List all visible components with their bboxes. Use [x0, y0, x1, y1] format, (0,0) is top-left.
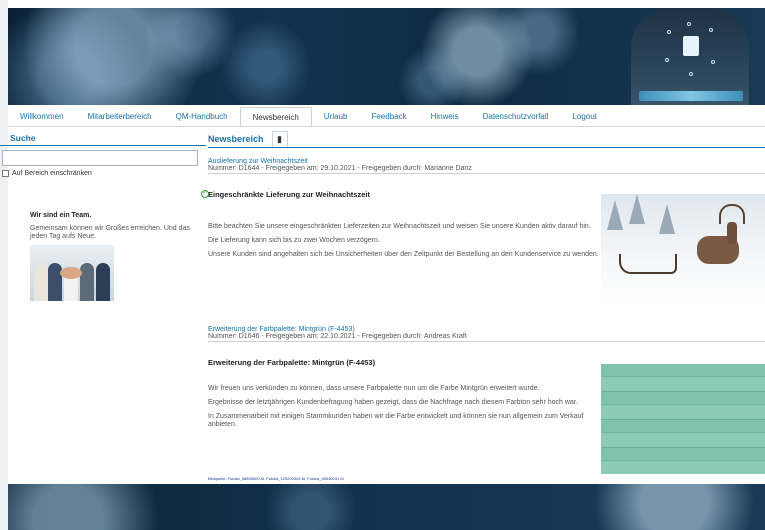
- news-article: Erweiterung der Farbpalette: Mintgrün (F…: [208, 326, 765, 481]
- article-paragraph: Bitte beachten Sie unsere eingeschränkte…: [208, 223, 591, 230]
- news-header: Newsbereich ▮: [208, 130, 765, 148]
- news-title: Newsbereich: [208, 133, 264, 144]
- restrict-label: Auf Bereich einschränken: [12, 170, 92, 177]
- main-nav: Willkommen Mitarbeiterbereich QM-Handbuc…: [8, 107, 608, 126]
- article-link[interactable]: Erweiterung der Farbpalette: Mintgrün (F…: [208, 326, 765, 333]
- article-link[interactable]: Auslieferung zur Weihnachtszeit: [208, 158, 765, 165]
- team-box: Wir sind ein Team. Gemeinsam können wir …: [30, 212, 205, 301]
- restrict-row[interactable]: Auf Bereich einschränken: [2, 170, 206, 177]
- tab-feedback[interactable]: Feedback: [359, 107, 418, 126]
- tab-newsbereich[interactable]: Newsbereich: [239, 107, 312, 126]
- nav-divider: [8, 126, 765, 127]
- tab-willkommen[interactable]: Willkommen: [8, 107, 76, 126]
- page-frame: Willkommen Mitarbeiterbereich QM-Handbuc…: [0, 0, 765, 530]
- article-paragraph: Ergebnisse der letztjährigen Kundenbefra…: [208, 399, 578, 406]
- article-paragraph: Wir freuen uns verkünden zu können, dass…: [208, 385, 540, 392]
- tab-urlaub[interactable]: Urlaub: [312, 107, 360, 126]
- article-paragraph: Die Lieferung kann sich bis zu zwei Woch…: [208, 237, 380, 244]
- image-credits: Bildquelle: Fotolia_98855500.M, Fotolia_…: [208, 476, 344, 481]
- search-input[interactable]: [2, 150, 198, 166]
- article-paragraph: Unsere Kunden sind angehalten sich bei U…: [208, 251, 599, 258]
- bookmark-icon[interactable]: ▮: [271, 130, 288, 147]
- check-circle-icon: ✓: [201, 190, 209, 198]
- tab-hinweis[interactable]: Hinweis: [419, 107, 471, 126]
- tab-datenschutzvorfall[interactable]: Datenschutzvorfall: [471, 107, 561, 126]
- banner-tablet-image: [639, 91, 743, 101]
- team-title: Wir sind ein Team.: [30, 212, 92, 219]
- article-meta: Nummer: D1646 - Freigegeben am: 22.10.20…: [208, 333, 765, 342]
- news-area: Newsbereich ▮ Auslieferung zur Weihnacht…: [201, 130, 765, 481]
- team-text: Gemeinsam können wir Großes erreichen. U…: [30, 225, 190, 240]
- news-article: Auslieferung zur Weihnachtszeit Nummer: …: [201, 158, 765, 306]
- mint-wood-image: [601, 364, 765, 474]
- article-meta: Nummer: D1644 - Freigegeben am: 29.10.20…: [208, 165, 765, 174]
- tab-logout[interactable]: Logout: [560, 107, 608, 126]
- restrict-checkbox[interactable]: [2, 170, 9, 177]
- tab-qm-handbuch[interactable]: QM-Handbuch: [164, 107, 240, 126]
- header-banner: [8, 8, 765, 105]
- hologram-document-icon: [665, 22, 717, 84]
- footer-banner: [8, 484, 765, 530]
- reindeer-image: [601, 194, 765, 306]
- sidebar: Suche Auf Bereich einschränken Wir sind …: [0, 130, 206, 301]
- tab-mitarbeiterbereich[interactable]: Mitarbeiterbereich: [76, 107, 164, 126]
- team-photo: [30, 245, 114, 301]
- search-title: Suche: [0, 130, 206, 146]
- article-paragraph: In Zusammenarbeit mit einigen Stammkunde…: [208, 413, 584, 428]
